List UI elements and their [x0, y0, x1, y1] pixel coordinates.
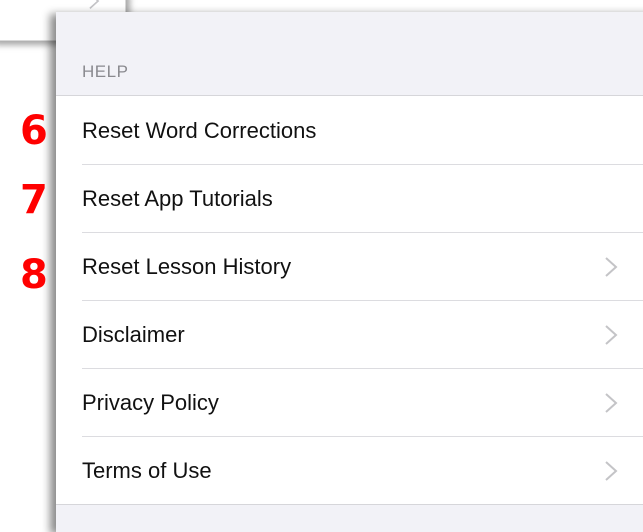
row-label: Privacy Policy [82, 390, 219, 415]
row-label: Disclaimer [82, 322, 185, 347]
row-label: Reset App Tutorials [82, 186, 273, 211]
row-reset-app-tutorials[interactable]: Reset App Tutorials [56, 164, 643, 232]
step-number-6: 6 [20, 108, 48, 154]
chevron-right-icon [605, 325, 618, 345]
row-terms-of-use[interactable]: Terms of Use [56, 436, 643, 504]
settings-panel: HELP Reset Word Corrections Reset App Tu… [56, 12, 643, 532]
chevron-right-icon [605, 393, 618, 413]
row-label: Terms of Use [82, 458, 212, 483]
row-label: Reset Lesson History [82, 254, 292, 279]
help-list: Reset Word Corrections Reset App Tutoria… [56, 95, 643, 505]
chevron-right-icon [605, 257, 618, 277]
row-label: Reset Word Corrections [82, 118, 317, 143]
row-privacy-policy[interactable]: Privacy Policy [56, 368, 643, 436]
row-disclaimer[interactable]: Disclaimer [56, 300, 643, 368]
chevron-right-icon [605, 461, 618, 481]
chevron-right-icon [89, 0, 100, 9]
row-reset-lesson-history[interactable]: Reset Lesson History [56, 232, 643, 300]
row-reset-word-corrections[interactable]: Reset Word Corrections [56, 96, 643, 164]
step-number-7: 7 [20, 177, 48, 223]
step-number-8: 8 [20, 252, 48, 298]
section-header-help: HELP [82, 62, 129, 81]
